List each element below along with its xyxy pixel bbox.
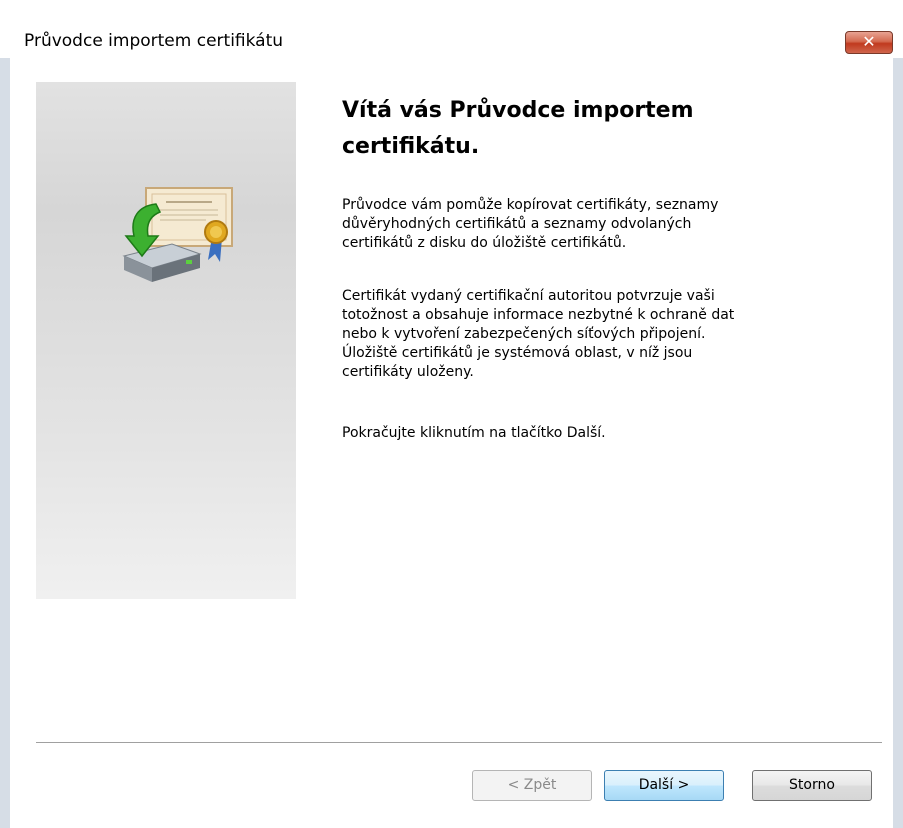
intro-paragraph: Průvodce vám pomůže kopírovat certifikát… xyxy=(342,197,719,251)
next-button[interactable]: Další > xyxy=(604,770,724,801)
title-bar: Průvodce importem certifikátu ✕ xyxy=(0,0,903,58)
window-frame-left xyxy=(0,58,10,828)
certificate-import-icon xyxy=(122,187,233,282)
window-frame-right xyxy=(893,58,903,828)
description-paragraph: Certifikát vydaný certifikační autoritou… xyxy=(342,288,735,380)
close-button[interactable]: ✕ xyxy=(845,31,893,54)
wizard-heading: Vítá vás Průvodce importem certifikátu. xyxy=(342,98,694,159)
button-separator xyxy=(36,742,882,743)
wizard-side-panel xyxy=(36,82,296,599)
back-button[interactable]: < Zpět xyxy=(472,770,592,801)
cancel-button[interactable]: Storno xyxy=(752,770,872,801)
wizard-content: Vítá vás Průvodce importem certifikátu. … xyxy=(10,58,893,828)
close-icon: ✕ xyxy=(862,32,876,51)
window-title: Průvodce importem certifikátu xyxy=(24,31,284,51)
instruction-paragraph: Pokračujte kliknutím na tlačítko Další. xyxy=(342,425,606,441)
